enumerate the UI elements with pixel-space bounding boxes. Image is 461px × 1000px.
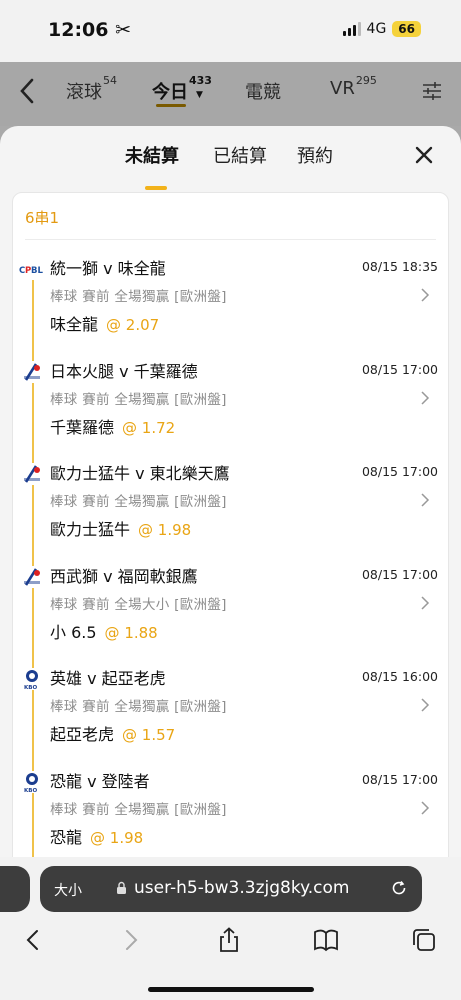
chevron-right-icon[interactable] bbox=[420, 697, 430, 713]
scissors-icon: ✂ bbox=[115, 19, 132, 41]
cpbl-league-icon: C P BL bbox=[19, 258, 45, 280]
odds-value: @ 2.07 bbox=[106, 316, 160, 334]
divider bbox=[25, 239, 436, 240]
svg-text:BL: BL bbox=[31, 266, 43, 276]
close-icon[interactable] bbox=[415, 146, 433, 164]
parlay-title: 6串1 bbox=[25, 209, 60, 227]
text-size-button[interactable]: 大小 bbox=[54, 880, 82, 900]
odds-value: @ 1.98 bbox=[138, 521, 192, 539]
match-time: 08/15 17:00 bbox=[361, 361, 438, 377]
share-icon[interactable] bbox=[216, 927, 242, 953]
match-name: 歐力士猛牛 v 東北樂天鷹 bbox=[50, 464, 230, 483]
network-label: 4G bbox=[366, 21, 387, 37]
url-text: user-h5-bw3.3zjg8ky.com bbox=[134, 878, 350, 898]
battery-icon: 66 bbox=[392, 21, 421, 37]
chevron-right-icon[interactable] bbox=[420, 390, 430, 406]
match-time: 08/15 18:35 bbox=[361, 259, 438, 274]
bet-selection: 起亞老虎 @ 1.57 bbox=[50, 725, 176, 744]
kbo-league-icon: KBO bbox=[19, 668, 45, 690]
browser-forward-icon[interactable] bbox=[118, 927, 144, 953]
bet-item[interactable]: 歐力士猛牛 v 東北樂天鷹 08/15 17:00 棒球 賽前 全場獨贏 [歐洲盤]… bbox=[13, 450, 450, 552]
tab-today[interactable]: 今日433 ▼ bbox=[152, 74, 212, 104]
parlay-card: 6串1 C P BL 統一獅 v 味全龍 08/15 18:35 棒球 賽前 全場獨贏 [… bbox=[12, 192, 449, 861]
filter-sliders-icon[interactable] bbox=[421, 80, 443, 102]
market-description: 棒球 賽前 全場獨贏 [歐洲盤] bbox=[50, 289, 227, 305]
top-nav: 滾球54 今日433 ▼ 電競 VR295 bbox=[0, 62, 461, 126]
status-indicators: 4G 66 bbox=[342, 21, 421, 37]
odds-value: @ 1.57 bbox=[122, 726, 176, 744]
bet-item[interactable]: C P BL 統一獅 v 味全龍 08/15 18:35 棒球 賽前 全場獨贏 [歐洲盤]… bbox=[13, 245, 450, 347]
address-bar[interactable]: 大小 user-h5-bw3.3zjg8ky.com bbox=[40, 866, 422, 912]
market-description: 棒球 賽前 全場獨贏 [歐洲盤] bbox=[50, 391, 227, 408]
active-tab-indicator bbox=[145, 186, 167, 190]
chevron-right-icon[interactable] bbox=[420, 287, 430, 303]
back-arrow-icon[interactable] bbox=[16, 76, 40, 106]
bet-item[interactable]: KBO 英雄 v 起亞老虎 08/15 16:00 棒球 賽前 全場獨贏 [歐洲盤] 起… bbox=[13, 655, 450, 757]
home-indicator bbox=[148, 987, 314, 992]
match-name: 日本火腿 v 千葉羅德 bbox=[50, 361, 198, 381]
market-description: 棒球 賽前 全場獨贏 [歐洲盤] bbox=[50, 801, 227, 818]
npb-league-icon bbox=[19, 565, 45, 588]
status-bar: 12:06 ✂ 4G 66 bbox=[0, 0, 461, 62]
bet-selection: 恐龍 @ 1.98 bbox=[50, 827, 144, 847]
bet-item[interactable]: 西武獅 v 福岡軟銀鷹 08/15 17:00 棒球 賽前 全場大小 [歐洲盤] 小 … bbox=[13, 553, 450, 655]
kbo-league-icon: KBO bbox=[19, 770, 45, 793]
bet-selection: 味全龍 @ 2.07 bbox=[50, 315, 160, 334]
bet-item[interactable]: 日本火腿 v 千葉羅德 08/15 17:00 棒球 賽前 全場獨贏 [歐洲盤] 千葉… bbox=[13, 348, 450, 450]
npb-league-icon bbox=[19, 463, 45, 485]
odds-value: @ 1.98 bbox=[90, 828, 144, 847]
match-time: 08/15 17:00 bbox=[361, 771, 438, 787]
dropdown-caret-icon: ▼ bbox=[196, 90, 203, 100]
chevron-right-icon[interactable] bbox=[420, 800, 430, 816]
chevron-right-icon[interactable] bbox=[420, 595, 430, 611]
match-name: 統一獅 v 味全龍 bbox=[50, 259, 166, 278]
bet-record-sheet: 未結算 已結算 預約 6串1 C P BL 統一獅 v 味全龍 08/15 18:35 棒… bbox=[0, 126, 461, 861]
signal-icon bbox=[342, 22, 361, 36]
previous-tab-pill[interactable] bbox=[0, 866, 30, 912]
screen: 12:06 ✂ 4G 66 滾球54 今日433 ▼ 電競 VR295 未結算 … bbox=[0, 0, 461, 1000]
tab-settled[interactable]: 已結算 bbox=[213, 142, 267, 168]
match-name: 西武獅 v 福岡軟銀鷹 bbox=[50, 566, 198, 586]
market-description: 棒球 賽前 全場獨贏 [歐洲盤] bbox=[50, 494, 227, 510]
browser-chrome: 大小 user-h5-bw3.3zjg8ky.com bbox=[0, 857, 461, 1000]
chevron-right-icon[interactable] bbox=[420, 492, 430, 508]
bet-selection: 千葉羅德 @ 1.72 bbox=[50, 417, 176, 437]
bookmarks-icon[interactable] bbox=[313, 927, 339, 953]
svg-text:KBO: KBO bbox=[24, 788, 37, 793]
lock-icon bbox=[117, 881, 126, 894]
odds-value: @ 1.88 bbox=[104, 623, 158, 642]
browser-back-icon[interactable] bbox=[20, 927, 46, 953]
bet-selection: 小 6.5 @ 1.88 bbox=[50, 622, 158, 642]
tabs-icon[interactable] bbox=[411, 927, 437, 953]
browser-toolbar bbox=[0, 921, 461, 961]
market-description: 棒球 賽前 全場大小 [歐洲盤] bbox=[50, 596, 227, 613]
tab-esports[interactable]: 電競 bbox=[245, 78, 281, 104]
bet-item[interactable]: KBO 恐龍 v 登陸者 08/15 17:00 棒球 賽前 全場獨贏 [歐洲盤] 恐龍… bbox=[13, 758, 450, 860]
odds-value: @ 1.72 bbox=[122, 418, 176, 437]
bet-selection: 歐力士猛牛 @ 1.98 bbox=[50, 520, 192, 539]
market-description: 棒球 賽前 全場獨贏 [歐洲盤] bbox=[50, 699, 227, 715]
match-name: 英雄 v 起亞老虎 bbox=[50, 669, 166, 688]
status-time: 12:06 ✂ bbox=[48, 19, 132, 41]
tab-vr[interactable]: VR295 bbox=[330, 74, 377, 99]
match-name: 恐龍 v 登陸者 bbox=[50, 771, 150, 791]
match-time: 08/15 17:00 bbox=[361, 566, 438, 582]
tab-reserved[interactable]: 預約 bbox=[297, 142, 333, 168]
match-time: 08/15 17:00 bbox=[361, 464, 438, 479]
match-time: 08/15 16:00 bbox=[361, 669, 438, 684]
sheet-tabs: 未結算 已結算 預約 bbox=[0, 142, 461, 190]
tab-live[interactable]: 滾球54 bbox=[66, 74, 117, 104]
npb-league-icon bbox=[19, 360, 45, 383]
svg-text:KBO: KBO bbox=[24, 685, 37, 690]
tab-today-underline bbox=[156, 104, 186, 107]
reload-icon[interactable] bbox=[390, 879, 408, 897]
tab-unsettled[interactable]: 未結算 bbox=[125, 142, 179, 168]
